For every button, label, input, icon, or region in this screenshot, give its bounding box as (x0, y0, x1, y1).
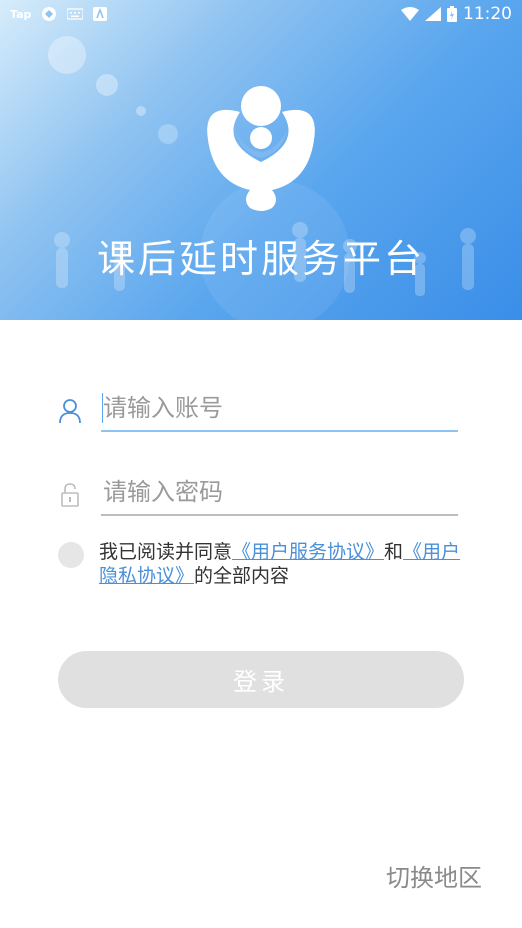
status-left: Tap (10, 6, 108, 22)
account-underline (101, 430, 458, 432)
switch-region-link[interactable]: 切换地区 (386, 858, 482, 893)
decorative-bubble (136, 106, 146, 116)
signal-icon (425, 7, 441, 21)
battery-icon (447, 6, 457, 22)
sync-icon (41, 6, 57, 22)
decorative-bubble (48, 36, 86, 74)
family-logo-icon (207, 86, 315, 211)
lock-icon (58, 482, 82, 508)
agreement-text: 我已阅读并同意《用户服务协议》和《用户隐私协议》的全部内容 (99, 540, 468, 588)
decorative-bubble (96, 74, 118, 96)
app-title: 课后延时服务平台 (96, 237, 425, 281)
account-field (58, 386, 458, 436)
decorative-bubble (158, 124, 178, 144)
agreement-conjunction: 和 (384, 541, 404, 563)
status-right: 11:20 (401, 4, 512, 24)
header-banner: Tap 11:20 课后延时服务平台 (0, 0, 522, 320)
password-input[interactable] (101, 470, 458, 514)
account-input[interactable] (101, 386, 458, 430)
user-icon (58, 398, 82, 424)
tap-app-label: Tap (10, 7, 32, 21)
password-underline (101, 514, 458, 516)
login-button[interactable]: 登录 (58, 651, 464, 708)
agreement-row: 我已阅读并同意《用户服务协议》和《用户隐私协议》的全部内容 (58, 540, 468, 588)
service-agreement-link[interactable]: 《用户服务协议》 (232, 541, 384, 563)
app-store-icon (93, 7, 108, 21)
keyboard-icon (67, 8, 84, 20)
agreement-suffix: 的全部内容 (194, 565, 290, 587)
agreement-checkbox[interactable] (58, 542, 84, 568)
wifi-icon (401, 7, 419, 21)
status-bar: Tap 11:20 (0, 0, 522, 28)
agreement-prefix: 我已阅读并同意 (99, 541, 233, 563)
status-time: 11:20 (463, 4, 512, 24)
password-field (58, 470, 458, 520)
text-cursor (102, 393, 103, 423)
